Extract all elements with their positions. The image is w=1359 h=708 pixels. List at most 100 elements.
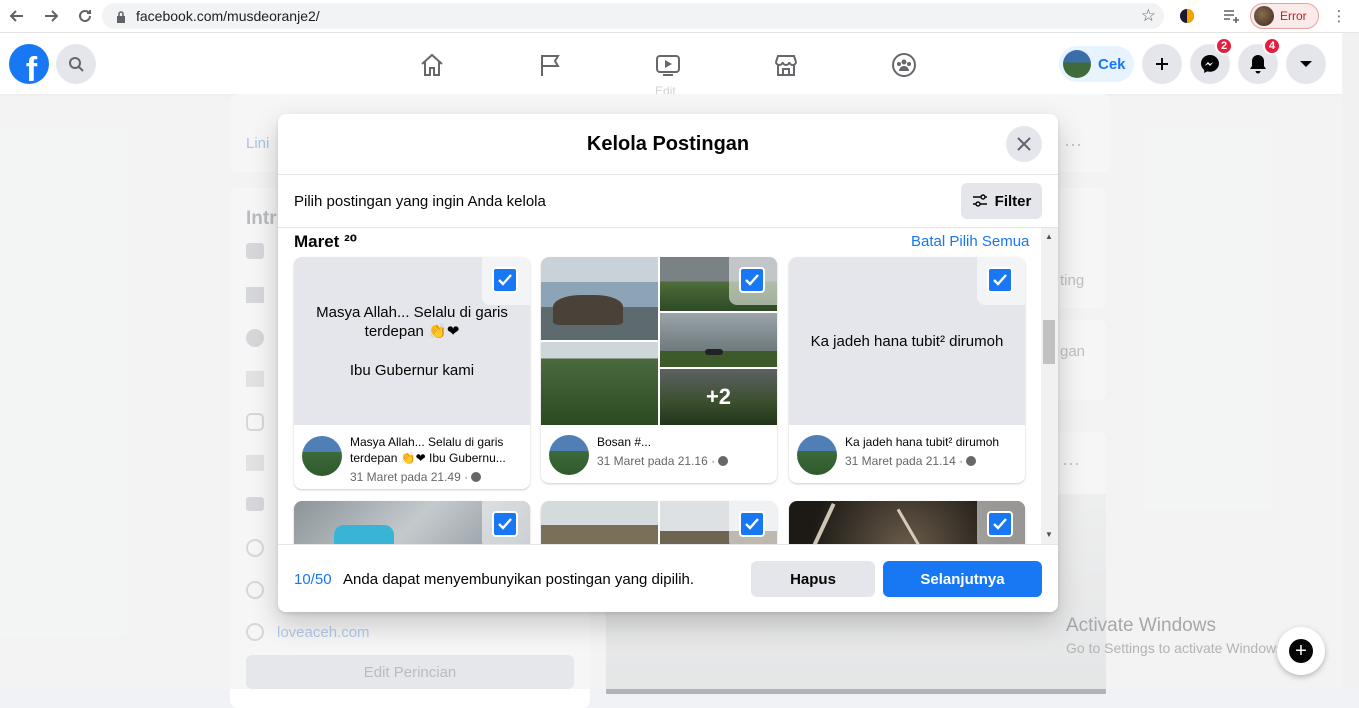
post-preview-text: Ibu Gubernur kami bbox=[349, 362, 475, 379]
profile-status-text: Error bbox=[1280, 9, 1307, 23]
profile-avatar bbox=[1063, 50, 1091, 78]
watch-video-icon[interactable] bbox=[654, 51, 682, 79]
checkmark-icon bbox=[745, 274, 759, 286]
facebook-logo-icon[interactable]: f bbox=[9, 44, 49, 84]
post-card[interactable] bbox=[541, 501, 777, 544]
bg-website-link: loveaceh.com bbox=[277, 624, 370, 641]
post-list: Maret ²⁰ Batal Pilih Semua Masya Allah..… bbox=[278, 228, 1058, 544]
checkmark-icon bbox=[498, 274, 512, 286]
new-message-button[interactable]: + bbox=[1277, 627, 1325, 675]
selected-count: 10/50 bbox=[294, 571, 332, 588]
bg-setting-text: ting bbox=[1060, 272, 1085, 289]
checkmark-icon bbox=[993, 518, 1007, 530]
post-list-scrollbar[interactable]: ▲ ▼ bbox=[1041, 228, 1058, 544]
post-checkbox[interactable] bbox=[739, 511, 765, 537]
author-avatar bbox=[797, 435, 837, 475]
post-card[interactable]: Ka jadeh hana tubit² dirumoh Ka jadeh ha… bbox=[789, 257, 1025, 483]
globe-icon bbox=[471, 472, 482, 482]
post-checkbox[interactable] bbox=[492, 511, 518, 537]
extension-icon[interactable] bbox=[1176, 5, 1198, 27]
checkmark-icon bbox=[745, 518, 759, 530]
windows-activation-subtitle: Go to Settings to activate Windows. bbox=[1066, 640, 1287, 656]
manage-posts-dialog: Kelola Postingan Pilih postingan yang in… bbox=[278, 114, 1058, 612]
search-button[interactable] bbox=[56, 44, 96, 84]
post-timestamp: 31 Maret pada 21.16 · bbox=[597, 454, 729, 468]
bookmark-star-icon[interactable]: ☆ bbox=[1141, 6, 1156, 26]
marketplace-icon[interactable] bbox=[772, 51, 800, 79]
pages-flag-icon[interactable] bbox=[536, 51, 564, 79]
month-heading: Maret ²⁰ bbox=[294, 232, 358, 251]
author-avatar bbox=[302, 436, 342, 476]
delete-button[interactable]: Hapus bbox=[751, 561, 875, 597]
profile-shortcut-button[interactable]: Cek bbox=[1059, 46, 1134, 82]
address-bar[interactable]: facebook.com/musdeoranje2/ ☆ bbox=[102, 3, 1164, 29]
post-title: Ka jadeh hana tubit² dirumoh bbox=[845, 435, 1000, 449]
windows-activation-title: Activate Windows bbox=[1066, 615, 1216, 636]
dialog-instruction: Pilih postingan yang ingin Anda kelola bbox=[294, 193, 546, 210]
browser-menu-icon[interactable]: ⋮ bbox=[1328, 5, 1350, 27]
post-photo bbox=[541, 257, 658, 340]
close-button[interactable] bbox=[1006, 126, 1042, 162]
plus-icon bbox=[1156, 58, 1168, 70]
post-checkbox[interactable] bbox=[987, 267, 1013, 293]
post-photo bbox=[541, 501, 658, 544]
bg-edit-details-button: Edit Perincian bbox=[246, 655, 574, 689]
post-photo: +2 bbox=[660, 369, 777, 425]
post-card[interactable] bbox=[294, 501, 530, 544]
post-title: Bosan #... bbox=[597, 435, 652, 449]
footer-hint: Anda dapat menyembunyikan postingan yang… bbox=[343, 571, 695, 588]
bg-intro-icons bbox=[246, 243, 266, 643]
bell-icon bbox=[1250, 55, 1266, 74]
notifications-badge: 4 bbox=[1263, 37, 1281, 55]
post-preview-text: Masya Allah... Selalu di garis terdepan … bbox=[316, 304, 508, 340]
post-card[interactable] bbox=[789, 501, 1025, 544]
back-arrow-icon[interactable] bbox=[4, 3, 30, 29]
dialog-title: Kelola Postingan bbox=[278, 114, 1058, 175]
lock-icon bbox=[116, 10, 126, 23]
author-avatar bbox=[549, 435, 589, 475]
scroll-up-icon[interactable]: ▲ bbox=[1045, 232, 1053, 241]
bg-more-icon: ··· bbox=[1064, 134, 1082, 154]
scrollbar-thumb[interactable] bbox=[1043, 320, 1055, 364]
compose-plus-icon: + bbox=[1289, 639, 1313, 663]
more-photos-count: +2 bbox=[660, 369, 777, 425]
bg-intro-label: Intr bbox=[246, 208, 277, 229]
page-scrollbar[interactable] bbox=[1342, 33, 1359, 689]
post-timestamp: 31 Maret pada 21.14 · bbox=[845, 454, 977, 468]
account-menu-button[interactable] bbox=[1286, 44, 1326, 84]
bg-tab-label: Lini bbox=[246, 135, 270, 152]
bg-gan-text: gan bbox=[1060, 343, 1086, 360]
post-checkbox[interactable] bbox=[492, 267, 518, 293]
globe-icon bbox=[966, 456, 977, 466]
dialog-subheader: Pilih postingan yang ingin Anda kelola F… bbox=[278, 175, 1058, 228]
filter-label: Filter bbox=[994, 192, 1032, 210]
post-title: Masya Allah... Selalu di garis terdepan … bbox=[350, 435, 506, 465]
browser-toolbar: facebook.com/musdeoranje2/ ☆ Error ⋮ bbox=[0, 0, 1359, 33]
post-checkbox[interactable] bbox=[987, 511, 1013, 537]
post-checkbox[interactable] bbox=[739, 267, 765, 293]
reload-icon[interactable] bbox=[72, 3, 98, 29]
facebook-header: f Edit Cek 2 4 bbox=[0, 33, 1342, 98]
reading-list-icon[interactable] bbox=[1220, 5, 1242, 27]
profile-error-button[interactable]: Error bbox=[1250, 3, 1319, 29]
filter-sliders-icon bbox=[972, 194, 987, 207]
profile-avatar bbox=[1254, 6, 1274, 26]
post-card[interactable]: Masya Allah... Selalu di garis terdepan … bbox=[294, 257, 530, 489]
url-text: facebook.com/musdeoranje2/ bbox=[136, 8, 320, 24]
scroll-down-icon[interactable]: ▼ bbox=[1045, 530, 1053, 539]
next-button[interactable]: Selanjutnya bbox=[883, 561, 1042, 597]
filter-button[interactable]: Filter bbox=[961, 183, 1042, 219]
home-icon[interactable] bbox=[418, 51, 446, 79]
post-preview-text: Ka jadeh hana tubit² dirumoh bbox=[810, 333, 1004, 350]
forward-arrow-icon[interactable] bbox=[38, 3, 64, 29]
search-icon bbox=[69, 57, 84, 72]
groups-icon[interactable] bbox=[890, 51, 918, 79]
post-card[interactable]: +2 Bosan #... 31 Maret pada 21.16 · bbox=[541, 257, 777, 483]
messenger-icon bbox=[1201, 55, 1219, 73]
caret-down-icon bbox=[1300, 61, 1312, 67]
bg-more-icon: ··· bbox=[1062, 453, 1080, 473]
checkmark-icon bbox=[993, 274, 1007, 286]
create-button[interactable] bbox=[1142, 44, 1182, 84]
globe-icon bbox=[718, 456, 729, 466]
deselect-all-link[interactable]: Batal Pilih Semua bbox=[911, 233, 1029, 250]
